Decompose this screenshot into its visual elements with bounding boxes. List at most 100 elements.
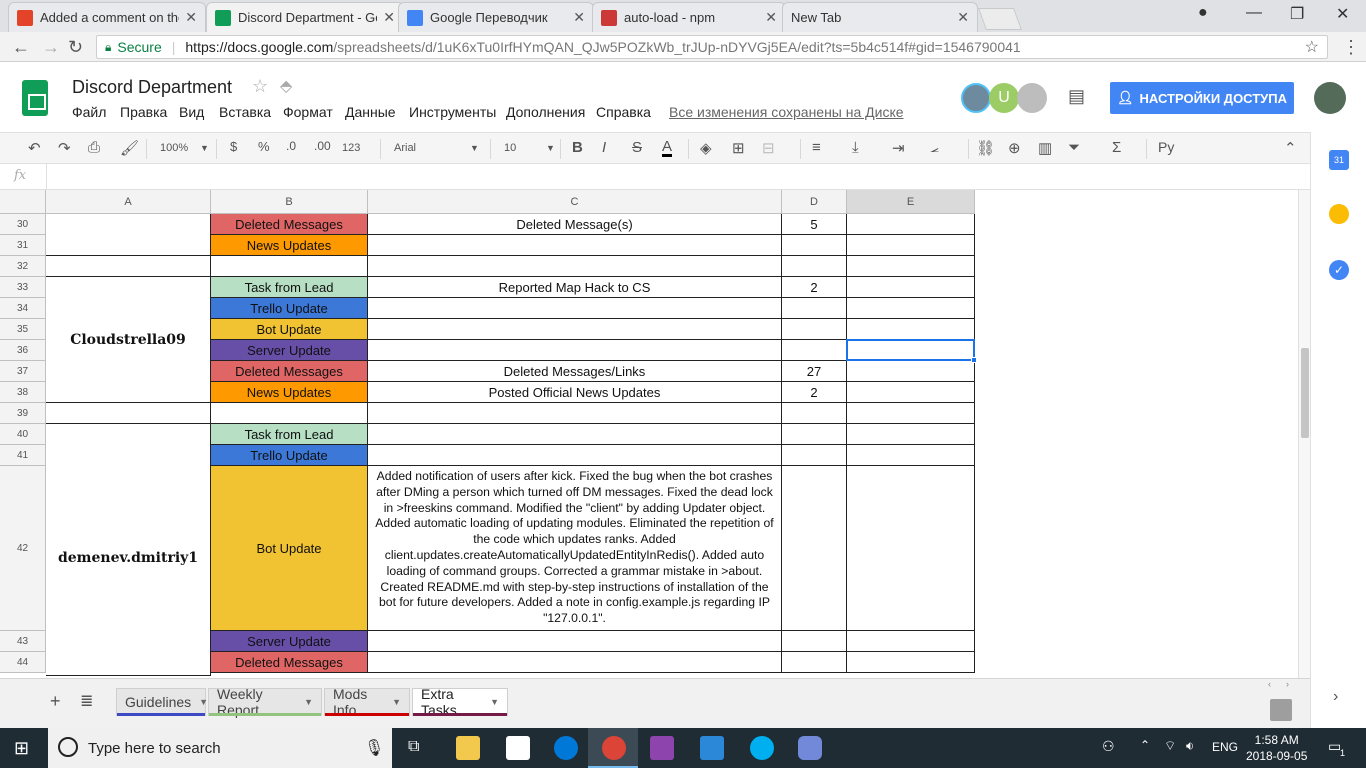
- count-cell[interactable]: [782, 652, 847, 673]
- more-formats-button[interactable]: 123: [342, 142, 360, 154]
- tasks-icon[interactable]: ✓: [1329, 260, 1349, 280]
- strikethrough-icon[interactable]: S: [632, 139, 642, 156]
- font-size-select[interactable]: 10: [504, 142, 516, 154]
- cell-e[interactable]: [847, 445, 975, 466]
- collaborator-avatar[interactable]: [961, 83, 991, 113]
- italic-icon[interactable]: I: [602, 139, 606, 156]
- category-cell[interactable]: Deleted Messages: [211, 214, 368, 235]
- close-tab-icon[interactable]: ✕: [185, 9, 197, 26]
- explore-icon[interactable]: [1270, 699, 1292, 721]
- task-description-cell[interactable]: [368, 298, 782, 319]
- count-cell[interactable]: [782, 445, 847, 466]
- calendar-icon[interactable]: 31: [1329, 150, 1349, 170]
- app-m-icon[interactable]: [650, 736, 674, 760]
- row-header[interactable]: 33: [0, 277, 46, 298]
- menu-file[interactable]: Файл: [72, 104, 106, 120]
- task-description-cell[interactable]: [368, 445, 782, 466]
- formula-input[interactable]: [56, 169, 1256, 187]
- close-tab-icon[interactable]: ✕: [383, 9, 395, 26]
- cell-e[interactable]: [847, 277, 975, 298]
- volume-icon[interactable]: 🔉︎: [1186, 738, 1194, 754]
- row-header[interactable]: 44: [0, 652, 46, 673]
- task-description-cell[interactable]: [368, 631, 782, 652]
- user-cell-demenev[interactable]: demenev.dmitriy1: [46, 424, 211, 676]
- taskbar-search[interactable]: Type here to search 🎙︎: [48, 728, 392, 768]
- keep-icon[interactable]: [1329, 204, 1349, 224]
- chevron-down-icon[interactable]: ▼: [490, 697, 499, 707]
- count-cell[interactable]: [782, 319, 847, 340]
- category-cell[interactable]: Trello Update: [211, 445, 368, 466]
- column-header-a[interactable]: A: [46, 190, 211, 214]
- count-cell[interactable]: 2: [782, 382, 847, 403]
- count-cell[interactable]: 5: [782, 214, 847, 235]
- more-viewers-icon[interactable]: [1017, 83, 1047, 113]
- input-tools-button[interactable]: Ру: [1158, 139, 1174, 155]
- task-description-cell[interactable]: Deleted Messages/Links: [368, 361, 782, 382]
- new-tab-button[interactable]: [977, 8, 1023, 30]
- cell-e[interactable]: [847, 256, 975, 277]
- cell-e[interactable]: [847, 403, 975, 424]
- discord-icon[interactable]: [798, 736, 822, 760]
- increase-decimal-button[interactable]: .00: [314, 139, 331, 153]
- share-button[interactable]: 👤︎ НАСТРОЙКИ ДОСТУПА: [1110, 82, 1294, 114]
- cell-e[interactable]: [847, 466, 975, 631]
- sheet-tab[interactable]: Weekly Report ▼: [208, 686, 322, 718]
- row-header[interactable]: 43: [0, 631, 46, 652]
- file-explorer-icon[interactable]: [456, 736, 480, 760]
- count-cell[interactable]: [782, 298, 847, 319]
- fill-handle[interactable]: [971, 357, 977, 363]
- minimize-icon[interactable]: —: [1246, 4, 1262, 22]
- scroll-left-icon[interactable]: ‹: [1268, 679, 1271, 689]
- move-to-folder-icon[interactable]: ⬘: [280, 76, 292, 96]
- window-close-icon[interactable]: ✕: [1336, 4, 1349, 24]
- menu-format[interactable]: Формат: [283, 104, 333, 120]
- chevron-down-icon[interactable]: ▼: [304, 697, 313, 707]
- user-cell-cloudstrella[interactable]: Cloudstrella09: [46, 277, 211, 403]
- row-header[interactable]: 36: [0, 340, 46, 361]
- user-cell-previous[interactable]: [46, 214, 211, 256]
- font-select[interactable]: Arial: [394, 142, 416, 154]
- menu-addons[interactable]: Дополнения: [506, 104, 585, 120]
- cell-e[interactable]: [847, 652, 975, 673]
- menu-view[interactable]: Вид: [179, 104, 204, 120]
- task-description-cell[interactable]: [368, 235, 782, 256]
- row-header[interactable]: 34: [0, 298, 46, 319]
- cell-e[interactable]: [847, 424, 975, 445]
- category-cell[interactable]: Bot Update: [211, 319, 368, 340]
- task-description-cell[interactable]: [368, 652, 782, 673]
- spreadsheet-grid[interactable]: A B C D E 30 Deleted Messages Deleted Mess…: [0, 190, 1298, 678]
- count-cell[interactable]: 27: [782, 361, 847, 382]
- back-icon[interactable]: ←: [12, 37, 30, 58]
- task-description-cell[interactable]: [368, 256, 782, 277]
- category-cell[interactable]: [211, 403, 368, 424]
- expand-panel-icon[interactable]: ›: [1333, 688, 1338, 706]
- fill-color-icon[interactable]: ◈: [700, 139, 712, 157]
- horizontal-align-icon[interactable]: ≡: [812, 139, 821, 156]
- mail-icon[interactable]: [506, 736, 530, 760]
- save-status[interactable]: Все изменения сохранены на Диске: [669, 104, 904, 120]
- task-description-cell[interactable]: [368, 424, 782, 445]
- count-cell[interactable]: [782, 424, 847, 445]
- category-cell[interactable]: Bot Update: [211, 466, 368, 631]
- chevron-down-icon[interactable]: ▼: [392, 697, 401, 707]
- cell-a[interactable]: [46, 256, 211, 277]
- edge-icon[interactable]: [554, 736, 578, 760]
- insert-link-icon[interactable]: ⛓︎: [976, 139, 995, 157]
- column-header-d[interactable]: D: [782, 190, 847, 214]
- skype-icon[interactable]: [750, 736, 774, 760]
- cell-e[interactable]: [847, 235, 975, 256]
- sheet-tab[interactable]: Guidelines ▼: [116, 688, 208, 716]
- row-header[interactable]: 39: [0, 403, 46, 424]
- category-cell[interactable]: Task from Lead: [211, 424, 368, 445]
- insert-chart-icon[interactable]: ▥: [1038, 139, 1052, 157]
- taskbar-clock[interactable]: 1:58 AM 2018-09-05: [1246, 732, 1307, 764]
- windows-start-icon[interactable]: ⊞: [14, 738, 29, 759]
- browser-tab-active[interactable]: Discord Department - Go ✕: [206, 2, 404, 32]
- column-header-b[interactable]: B: [211, 190, 368, 214]
- count-cell[interactable]: [782, 466, 847, 631]
- scroll-right-icon[interactable]: ›: [1286, 679, 1289, 689]
- print-icon[interactable]: ⎙: [88, 139, 100, 156]
- category-cell[interactable]: Server Update: [211, 631, 368, 652]
- close-tab-icon[interactable]: ✕: [573, 9, 585, 26]
- column-header-c[interactable]: C: [368, 190, 782, 214]
